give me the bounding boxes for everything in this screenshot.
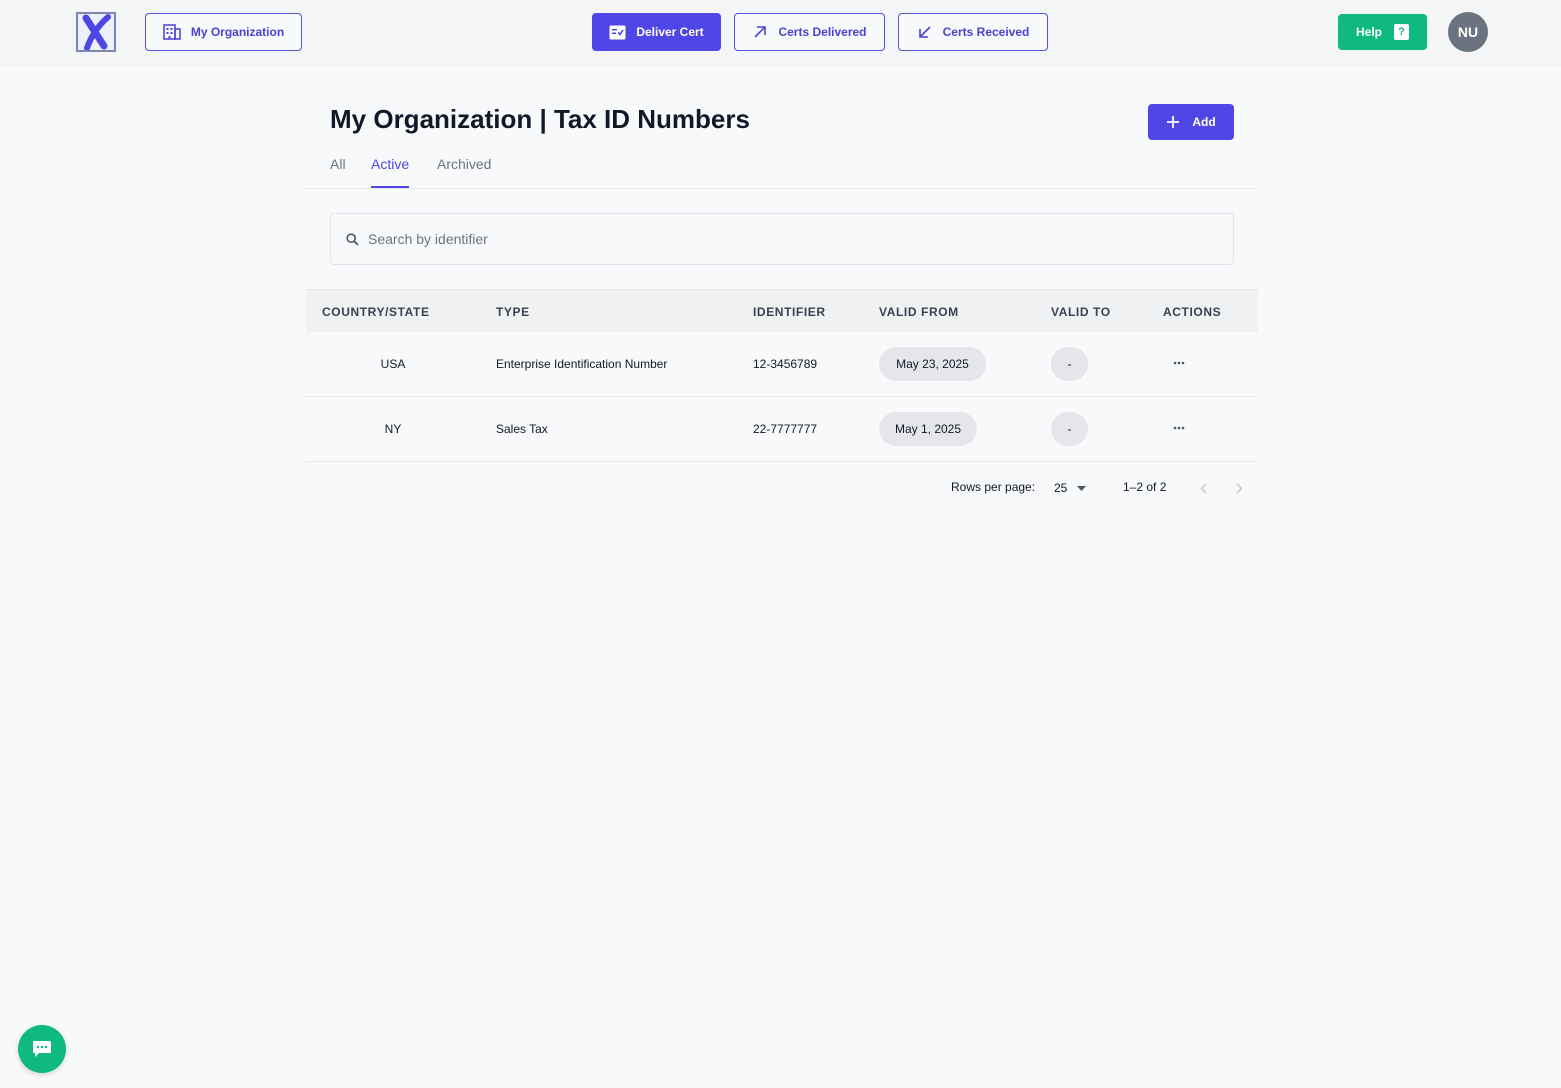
more-horizontal-icon bbox=[1173, 426, 1185, 430]
chat-bubble-icon bbox=[33, 1041, 51, 1057]
plus-icon bbox=[1167, 116, 1180, 128]
country-state-cell: USA bbox=[380, 357, 406, 371]
column-header-country-state[interactable]: COUNTRY/STATE bbox=[322, 305, 430, 319]
arrow-down-left-icon bbox=[918, 26, 931, 38]
valid-to-chip: - bbox=[1051, 412, 1088, 446]
certs-received-button[interactable]: Certs Received bbox=[898, 13, 1048, 51]
status-tabs: All Active Archived bbox=[306, 150, 1258, 189]
certs-received-label: Certs Received bbox=[942, 25, 1030, 39]
x-logo-icon bbox=[82, 14, 111, 50]
search-input[interactable] bbox=[368, 231, 1188, 247]
pagination-range: 1–2 of 2 bbox=[1123, 480, 1167, 494]
row-actions-menu[interactable] bbox=[1168, 352, 1190, 374]
search-box bbox=[330, 213, 1234, 265]
rows-per-page-label: Rows per page: bbox=[951, 480, 1036, 494]
certificate-check-icon bbox=[609, 25, 626, 39]
column-header-valid-from[interactable]: VALID FROM bbox=[879, 305, 959, 319]
arrow-up-right-icon bbox=[754, 26, 767, 38]
top-nav-bar: My Organization Deliver Cert Certs Deliv… bbox=[0, 0, 1561, 66]
column-header-identifier[interactable]: IDENTIFIER bbox=[753, 305, 826, 319]
deliver-cert-label: Deliver Cert bbox=[636, 25, 704, 39]
certs-delivered-label: Certs Delivered bbox=[778, 25, 867, 39]
table-row[interactable]: USA Enterprise Identification Number 12-… bbox=[306, 332, 1258, 397]
tab-active[interactable]: Active bbox=[371, 156, 410, 188]
search-icon bbox=[346, 232, 359, 246]
identifier-cell: 12-3456789 bbox=[753, 357, 818, 371]
tab-all[interactable]: All bbox=[330, 156, 346, 188]
building-icon bbox=[163, 24, 181, 40]
previous-page-button[interactable] bbox=[1191, 477, 1215, 499]
chevron-left-icon bbox=[1199, 482, 1207, 494]
table-row[interactable]: NY Sales Tax 22-7777777 May 1, 2025 - bbox=[306, 397, 1258, 462]
column-header-type[interactable]: TYPE bbox=[496, 305, 530, 319]
chat-button[interactable] bbox=[18, 1025, 66, 1073]
more-horizontal-icon bbox=[1173, 361, 1185, 365]
add-label: Add bbox=[1192, 115, 1216, 129]
user-avatar[interactable]: NU bbox=[1448, 12, 1488, 52]
deliver-cert-button[interactable]: Deliver Cert bbox=[592, 13, 721, 51]
rows-per-page-select[interactable]: 25 bbox=[1048, 474, 1096, 502]
my-organization-label: My Organization bbox=[190, 25, 285, 39]
help-button[interactable]: Help ? bbox=[1338, 14, 1427, 50]
add-button[interactable]: Add bbox=[1148, 104, 1234, 140]
next-page-button[interactable] bbox=[1227, 477, 1251, 499]
type-cell: Sales Tax bbox=[496, 422, 548, 436]
valid-to-chip: - bbox=[1051, 347, 1088, 381]
chevron-right-icon bbox=[1235, 482, 1243, 494]
country-state-cell: NY bbox=[384, 422, 402, 436]
valid-from-chip: May 23, 2025 bbox=[879, 347, 986, 381]
caret-down-icon bbox=[1077, 485, 1087, 491]
page-title: My Organization | Tax ID Numbers bbox=[330, 104, 750, 134]
help-label: Help bbox=[1355, 25, 1382, 39]
question-icon: ? bbox=[1394, 24, 1409, 40]
column-header-actions: ACTIONS bbox=[1163, 305, 1222, 319]
tab-archived[interactable]: Archived bbox=[437, 156, 491, 188]
valid-from-chip: May 1, 2025 bbox=[879, 412, 977, 446]
column-header-valid-to[interactable]: VALID TO bbox=[1051, 305, 1111, 319]
certs-delivered-button[interactable]: Certs Delivered bbox=[734, 13, 885, 51]
table-header: COUNTRY/STATE TYPE IDENTIFIER VALID FROM… bbox=[306, 289, 1258, 332]
type-cell: Enterprise Identification Number bbox=[496, 357, 668, 371]
identifier-cell: 22-7777777 bbox=[753, 422, 818, 436]
rows-per-page-value: 25 bbox=[1054, 481, 1068, 495]
my-organization-button[interactable]: My Organization bbox=[145, 13, 302, 51]
app-logo[interactable] bbox=[76, 12, 116, 52]
row-actions-menu[interactable] bbox=[1168, 417, 1190, 439]
